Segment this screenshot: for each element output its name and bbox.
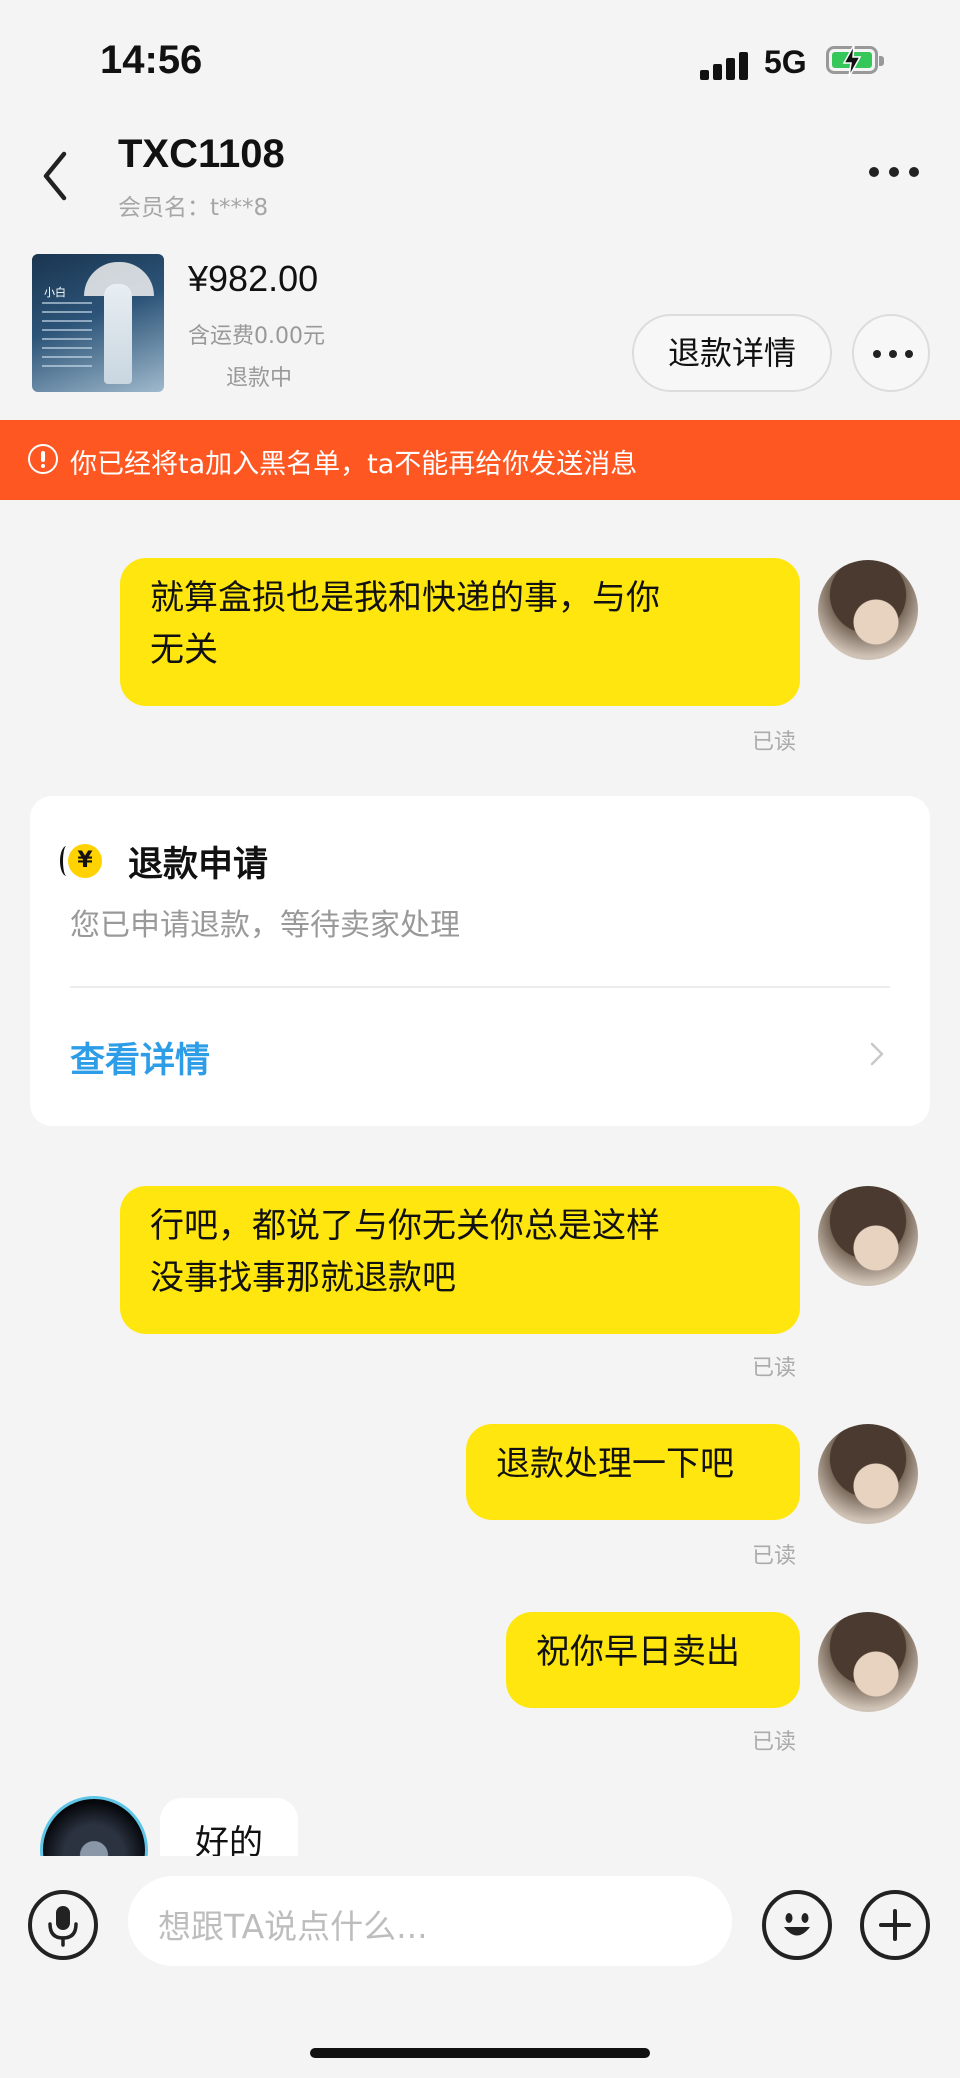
emoji-icon[interactable] bbox=[762, 1890, 832, 1960]
avatar[interactable] bbox=[818, 1424, 918, 1524]
input-placeholder: 想跟TA说点什么... bbox=[158, 1907, 428, 1946]
network-label: 5G bbox=[764, 44, 807, 80]
message-line: 没事找事那就退款吧 bbox=[150, 1258, 456, 1298]
message-input[interactable]: 想跟TA说点什么... bbox=[128, 1876, 732, 1966]
thumbnail-label: 小白 bbox=[44, 286, 66, 299]
message-text: 退款处理一下吧 bbox=[496, 1444, 734, 1484]
warning-icon bbox=[28, 444, 58, 474]
product-more-button[interactable] bbox=[852, 314, 930, 392]
product-info: 小白 ¥982.00 含运费0.00元 退款中 退款详情 bbox=[0, 240, 960, 420]
read-receipt: 已读 bbox=[752, 1544, 797, 1569]
status-time: 14:56 bbox=[100, 38, 203, 82]
read-receipt: 已读 bbox=[752, 1356, 797, 1381]
status-bar: 14:56 5G bbox=[0, 0, 960, 120]
divider bbox=[70, 986, 890, 988]
more-icon bbox=[873, 350, 913, 358]
input-bar: 想跟TA说点什么... bbox=[0, 1856, 960, 2078]
message-text: 祝你早日卖出 bbox=[536, 1632, 740, 1672]
yen-icon: ¥ bbox=[68, 844, 102, 878]
avatar[interactable] bbox=[818, 1186, 918, 1286]
home-indicator[interactable] bbox=[310, 2048, 650, 2058]
banner-text: 你已经将ta加入黑名单，ta不能再给你发送消息 bbox=[70, 449, 638, 480]
refund-card-description: 您已申请退款，等待卖家处理 bbox=[70, 908, 460, 943]
plus-icon[interactable] bbox=[860, 1890, 930, 1960]
chevron-right-icon bbox=[870, 1042, 884, 1066]
read-receipt: 已读 bbox=[752, 730, 797, 755]
refund-card-title: 退款申请 bbox=[128, 845, 269, 885]
product-price: ¥982.00 bbox=[188, 258, 319, 299]
read-receipt: 已读 bbox=[752, 1730, 797, 1755]
signal-icon bbox=[700, 50, 752, 80]
refund-request-card[interactable]: ¥ 退款申请 您已申请退款，等待卖家处理 查看详情 bbox=[30, 796, 930, 1126]
avatar[interactable] bbox=[818, 560, 918, 660]
message-bubble-outgoing[interactable]: 退款处理一下吧 bbox=[466, 1424, 800, 1520]
more-icon[interactable] bbox=[866, 160, 922, 184]
battery-icon bbox=[826, 45, 884, 77]
refund-detail-button[interactable]: 退款详情 bbox=[632, 314, 832, 392]
avatar[interactable] bbox=[818, 1612, 918, 1712]
blacklist-banner: 你已经将ta加入黑名单，ta不能再给你发送消息 bbox=[0, 420, 960, 500]
view-details-link[interactable]: 查看详情 bbox=[70, 1032, 210, 1083]
message-line: 行吧，都说了与你无关你总是这样 bbox=[150, 1206, 660, 1246]
back-icon[interactable] bbox=[36, 146, 76, 206]
message-line: 无关 bbox=[150, 630, 218, 670]
microphone-icon[interactable] bbox=[28, 1890, 98, 1960]
product-thumbnail[interactable]: 小白 bbox=[32, 254, 164, 392]
refund-status: 退款中 bbox=[226, 366, 293, 391]
message-bubble-outgoing[interactable]: 就算盒损也是我和快递的事，与你 无关 bbox=[120, 558, 800, 706]
shipping-fee: 含运费0.00元 bbox=[188, 324, 325, 349]
chat-title: TXC1108 bbox=[118, 132, 285, 176]
member-name: 会员名：t***8 bbox=[118, 195, 269, 221]
chat-header: TXC1108 会员名：t***8 bbox=[0, 120, 960, 240]
message-line: 就算盒损也是我和快递的事，与你 bbox=[150, 578, 660, 618]
message-bubble-outgoing[interactable]: 行吧，都说了与你无关你总是这样 没事找事那就退款吧 bbox=[120, 1186, 800, 1334]
message-bubble-outgoing[interactable]: 祝你早日卖出 bbox=[506, 1612, 800, 1708]
